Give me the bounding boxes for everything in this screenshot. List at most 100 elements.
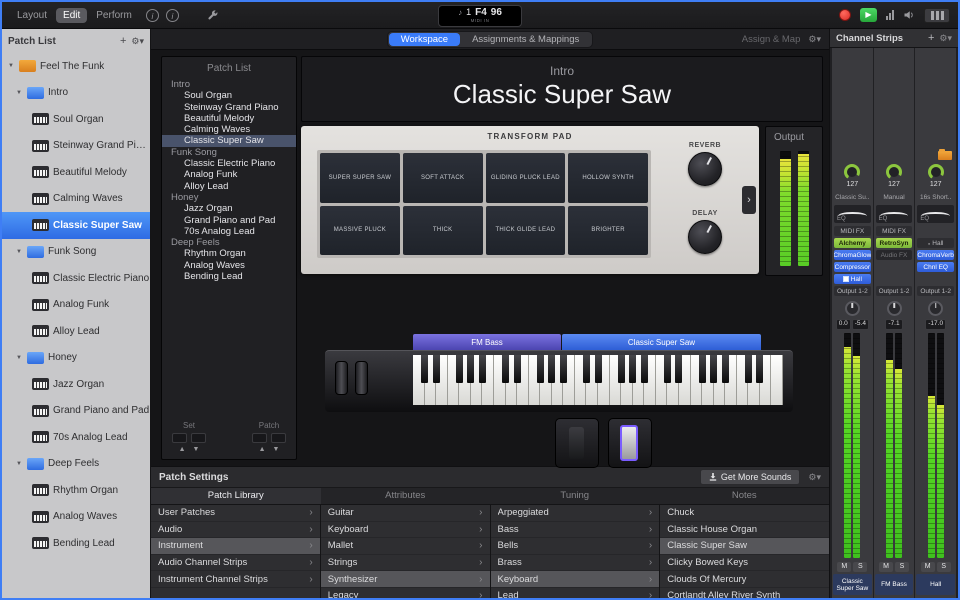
pitch-wheel[interactable] (335, 361, 348, 395)
channel-name[interactable]: Hall (916, 574, 955, 595)
library-item[interactable]: Legacy› (321, 588, 490, 598)
workspace-patch-item[interactable]: Alloy Lead (162, 181, 296, 192)
view-tab[interactable]: Workspace (389, 33, 460, 46)
master-volume-icon[interactable] (903, 9, 915, 21)
send-slot[interactable]: Hall (834, 274, 871, 284)
volume-value[interactable]: -7.1 (885, 319, 902, 330)
audio-fx-slot[interactable]: Compressor (834, 262, 871, 272)
piano-key-black[interactable] (514, 355, 521, 383)
record-button[interactable] (839, 9, 851, 21)
delay-knob[interactable] (688, 220, 722, 254)
patch-list-item[interactable]: ▼ Honey (2, 345, 150, 372)
library-item[interactable]: Audio Channel Strips› (151, 555, 320, 572)
transform-pad-cell[interactable]: BRIGHTER (568, 206, 648, 256)
set-down-button[interactable]: ▼ (193, 446, 200, 453)
pan-knob[interactable] (845, 301, 860, 316)
eq-thumbnail[interactable]: EQ (876, 205, 913, 223)
patch-settings-tab[interactable]: Notes (660, 488, 830, 504)
patch-list-item[interactable]: ▼ Bending Lead (2, 530, 150, 557)
info-icon[interactable]: i (146, 9, 159, 22)
transform-pad-cell[interactable]: SUPER SUPER SAW (320, 153, 400, 203)
library-item[interactable]: Mallet› (321, 538, 490, 555)
transform-pad-cell[interactable]: SOFT ATTACK (403, 153, 483, 203)
next-page-chevron[interactable]: › (742, 186, 756, 214)
mode-button[interactable]: Perform (89, 8, 139, 23)
audio-fx-slot[interactable]: ChromaGlow (834, 250, 871, 260)
piano-key-black[interactable] (467, 355, 474, 383)
piano-key-black[interactable] (745, 355, 752, 383)
channel-strip[interactable]: 127 16s Short.. EQ Hall ChromaVerb Chnl … (915, 48, 956, 598)
patch-list-item[interactable]: ▼ Steinway Grand Piano (2, 133, 150, 160)
eq-thumbnail[interactable]: EQ (834, 205, 871, 223)
patch-list-item[interactable]: ▼ Deep Feels (2, 451, 150, 478)
solo-button[interactable]: S (937, 562, 951, 572)
workspace-patch-item[interactable]: Steinway Grand Piano (162, 102, 296, 113)
input-slot[interactable]: Hall (917, 238, 954, 248)
library-item[interactable]: Audio› (151, 522, 320, 539)
library-item[interactable]: Bells› (491, 538, 660, 555)
play-button[interactable]: ▶ (860, 8, 877, 22)
midi-fx-slot[interactable]: MIDI FX (876, 226, 913, 236)
transform-pad-cell[interactable]: HOLLOW SYNTH (568, 153, 648, 203)
disclosure-triangle-icon[interactable]: ▼ (15, 249, 23, 255)
mod-wheel[interactable] (355, 361, 368, 395)
add-channel-strip-button[interactable]: + (928, 32, 934, 44)
channel-name[interactable]: Classic Super Saw (833, 574, 872, 595)
reverb-knob[interactable] (688, 152, 722, 186)
eq-thumbnail[interactable]: EQ (917, 205, 954, 223)
patch-list-item[interactable]: ▼ Soul Organ (2, 106, 150, 133)
folder-icon[interactable] (938, 151, 952, 160)
workspace-patch-item[interactable]: Intro (162, 79, 296, 90)
library-item[interactable]: Classic Super Saw (660, 538, 829, 555)
smart-knob[interactable]: 127 (916, 164, 955, 194)
layer-zone-fm-bass[interactable]: FM Bass (413, 334, 561, 350)
disclosure-triangle-icon[interactable]: ▼ (15, 355, 23, 361)
patch-settings-tab[interactable]: Attributes (321, 488, 491, 504)
workspace-patch-item[interactable]: Calming Waves (162, 124, 296, 135)
piano-key-black[interactable] (583, 355, 590, 383)
transform-pad-cell[interactable]: THICK GLIDE LEAD (486, 206, 566, 256)
channel-strip[interactable]: 127 Manual EQ MIDI FX RetroSyn Audio FX … (874, 48, 915, 598)
library-item[interactable]: Strings› (321, 555, 490, 572)
help-icon[interactable]: i (166, 9, 179, 22)
piano-key-black[interactable] (722, 355, 729, 383)
channel-name[interactable]: FM Bass (875, 574, 914, 595)
patch-list-item[interactable]: ▼ Beautiful Melody (2, 159, 150, 186)
library-item[interactable]: Guitar› (321, 505, 490, 522)
piano-key-black[interactable] (537, 355, 544, 383)
patch-down-button[interactable]: ▼ (273, 446, 280, 453)
disclosure-triangle-icon[interactable]: ▼ (7, 63, 15, 69)
library-item[interactable]: Lead› (491, 588, 660, 598)
library-item[interactable]: Classic House Organ (660, 522, 829, 539)
channel-strip[interactable]: 127 Classic Su.. EQ MIDI FX Alchemy Chro… (832, 48, 873, 598)
piano-key-black[interactable] (595, 355, 602, 383)
transform-pad-cell[interactable]: GLIDING PLUCK LEAD (486, 153, 566, 203)
instrument-slot[interactable]: RetroSyn (876, 238, 913, 248)
audio-fx-slot[interactable]: Audio FX (876, 250, 913, 260)
patch-list-item[interactable]: ▼ Analog Funk (2, 292, 150, 319)
volume-value[interactable]: -17.0 (925, 319, 946, 330)
piano-key-black[interactable] (560, 355, 567, 383)
workspace-patch-item[interactable]: Analog Waves (162, 260, 296, 271)
peak-value[interactable]: -5.4 (852, 319, 869, 330)
smart-knob[interactable]: 127 (833, 164, 872, 194)
mute-button[interactable]: M (921, 562, 935, 572)
patch-list-item[interactable]: ▼ Intro (2, 80, 150, 107)
workspace-patch-item[interactable]: Rhythm Organ (162, 248, 296, 259)
library-item[interactable]: Keyboard› (491, 571, 660, 588)
mode-button[interactable]: Layout (10, 8, 54, 23)
workspace-patch-item[interactable]: Bending Lead (162, 271, 296, 282)
piano-key-black[interactable] (756, 355, 763, 383)
mute-button[interactable]: M (837, 562, 851, 572)
library-item[interactable]: Bass› (491, 522, 660, 539)
piano-key-black[interactable] (641, 355, 648, 383)
audio-fx-slot[interactable]: Chnl EQ (917, 262, 954, 272)
wrench-icon[interactable] (207, 9, 219, 21)
patch-list-item[interactable]: ▼ Calming Waves (2, 186, 150, 213)
library-item[interactable]: Instrument Channel Strips› (151, 571, 320, 588)
patch-list-action-menu[interactable]: ⚙▾ (131, 36, 144, 47)
workspace-patch-item[interactable]: Beautiful Melody (162, 113, 296, 124)
solo-button[interactable]: S (853, 562, 867, 572)
patch-settings-tab[interactable]: Patch Library (151, 488, 321, 504)
patch-list-item[interactable]: ▼ 70s Analog Lead (2, 424, 150, 451)
